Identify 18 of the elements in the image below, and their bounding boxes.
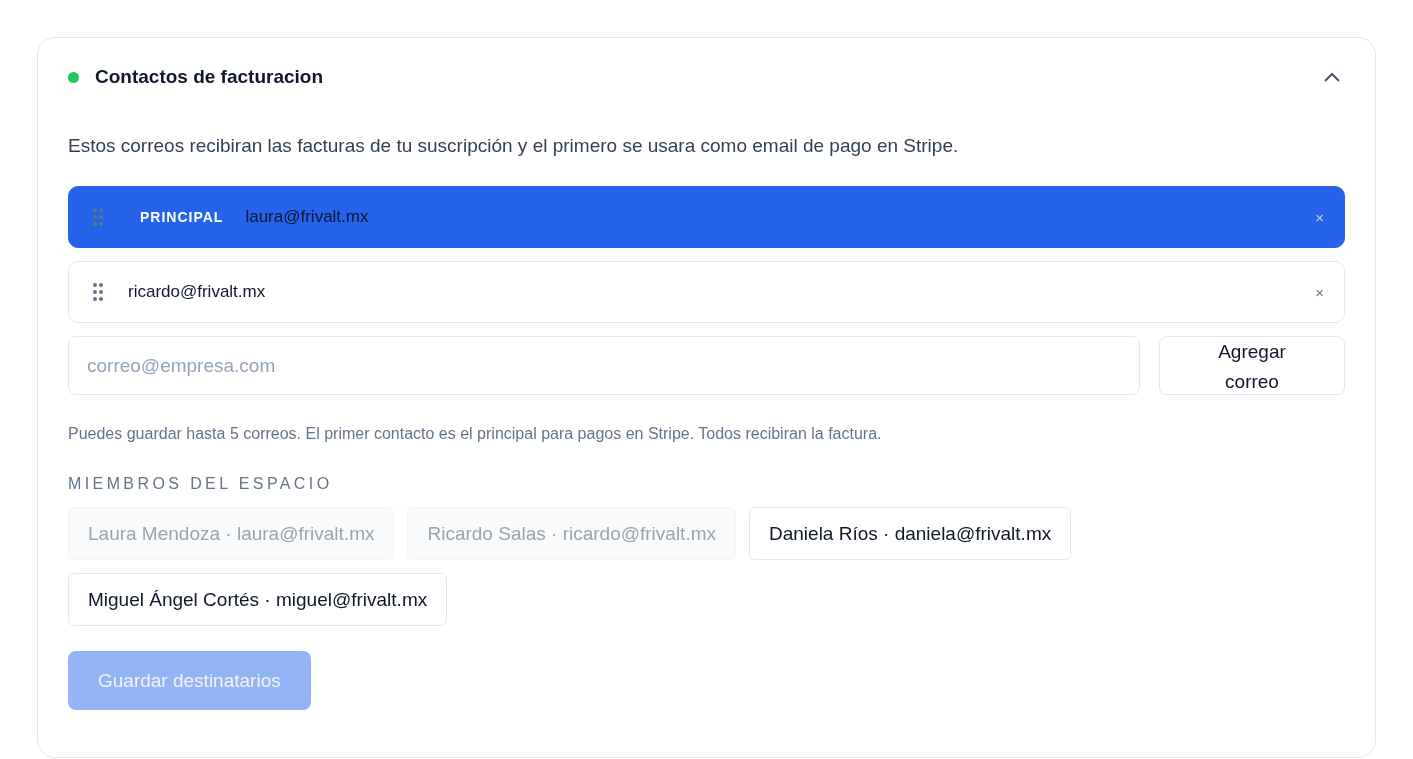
remove-button[interactable]: × [1313, 208, 1326, 226]
description-text: Estos correos recibiran las facturas de tu suscripción y el primero se usara como email de pago en Stripe. [68, 135, 960, 157]
primary-label: PRINCIPAL [140, 209, 224, 225]
drag-handle-icon[interactable] [93, 208, 103, 226]
email-row[interactable]: PRINCIPAL laura@frivalt.mx × [68, 186, 1345, 248]
email-input-field[interactable]: correo@empresa.com [68, 336, 1140, 395]
members-label: MIEMBROS DEL ESPACIO [68, 475, 334, 493]
email-row[interactable]: ricardo@frivalt.mx × [68, 261, 1345, 323]
hint-text: Puedes guardar hasta 5 correos. El primer contacto es el principal para pagos en Stripe. Todos recibiran la factura. [68, 425, 883, 443]
add-email-button[interactable]: Agregar correo [1159, 336, 1345, 395]
section-title: Contactos de facturacion [95, 66, 325, 88]
member-chip[interactable]: Daniela Ríos · daniela@frivalt.mx [749, 507, 1072, 560]
drag-handle-icon[interactable] [93, 283, 103, 301]
remove-button[interactable]: × [1313, 283, 1326, 301]
chevron-icon[interactable] [1323, 71, 1341, 83]
email-text: laura@frivalt.mx [245, 207, 370, 227]
email-text: ricardo@frivalt.mx [128, 282, 267, 302]
member-chip[interactable]: Miguel Ángel Cortés · miguel@frivalt.mx [68, 573, 448, 626]
